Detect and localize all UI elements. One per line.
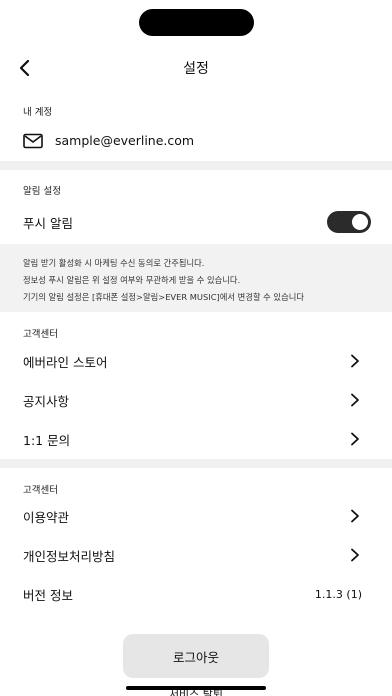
section-divider [0, 161, 392, 170]
version-label: 버전 정보 [23, 587, 73, 603]
logout-button[interactable]: 로그아웃 [123, 634, 269, 678]
chevron-right-icon [348, 354, 362, 368]
menu-item-label: 1:1 문의 [23, 432, 71, 448]
version-row: 버전 정보 1.1.3 (1) [0, 575, 392, 613]
account-email: sample@everline.com [55, 133, 195, 148]
menu-item-store[interactable]: 에버라인 스토어 [0, 342, 392, 380]
section-label-notifications: 알림 설정 [23, 186, 61, 197]
mail-icon [23, 133, 43, 149]
menu-item-label: 개인정보처리방침 [23, 548, 116, 564]
menu-item-inquiry[interactable]: 1:1 문의 [0, 420, 392, 458]
section-divider [0, 459, 392, 468]
menu-item-label: 에버라인 스토어 [23, 354, 108, 370]
header: 설정 [0, 50, 392, 86]
push-notification-toggle[interactable] [327, 211, 371, 233]
menu-item-privacy[interactable]: 개인정보처리방침 [0, 536, 392, 574]
account-row: sample@everline.com [0, 124, 392, 158]
push-notification-label: 푸시 알림 [23, 215, 73, 231]
notice-line: 기기의 알림 설정은 [휴대폰 설정>알림>EVER MUSIC]에서 변경할 … [23, 292, 304, 302]
section-label-info: 고객센터 [23, 485, 58, 496]
notice-line: 정보성 푸시 알림은 위 설정 여부와 무관하게 받을 수 있습니다. [23, 275, 241, 285]
menu-item-label: 이용약관 [23, 509, 70, 525]
chevron-right-icon [348, 548, 362, 562]
notice-line: 알림 받기 활성화 시 마케팅 수신 동의로 간주됩니다. [23, 258, 205, 268]
chevron-right-icon [348, 509, 362, 523]
camera-notch [139, 9, 254, 36]
version-value: 1.1.3 (1) [314, 587, 362, 601]
chevron-right-icon [348, 432, 362, 446]
section-label-support: 고객센터 [23, 329, 58, 340]
section-label-account: 내 계정 [23, 107, 53, 118]
notification-notice: 알림 받기 활성화 시 마케팅 수신 동의로 간주됩니다. 정보성 푸시 알림은… [0, 244, 392, 312]
menu-item-notice[interactable]: 공지사항 [0, 381, 392, 419]
home-indicator [126, 686, 266, 690]
page-title: 설정 [183, 61, 209, 77]
toggle-knob [352, 214, 368, 230]
chevron-right-icon [348, 393, 362, 407]
menu-item-terms[interactable]: 이용약관 [0, 497, 392, 535]
menu-item-label: 공지사항 [23, 393, 70, 409]
